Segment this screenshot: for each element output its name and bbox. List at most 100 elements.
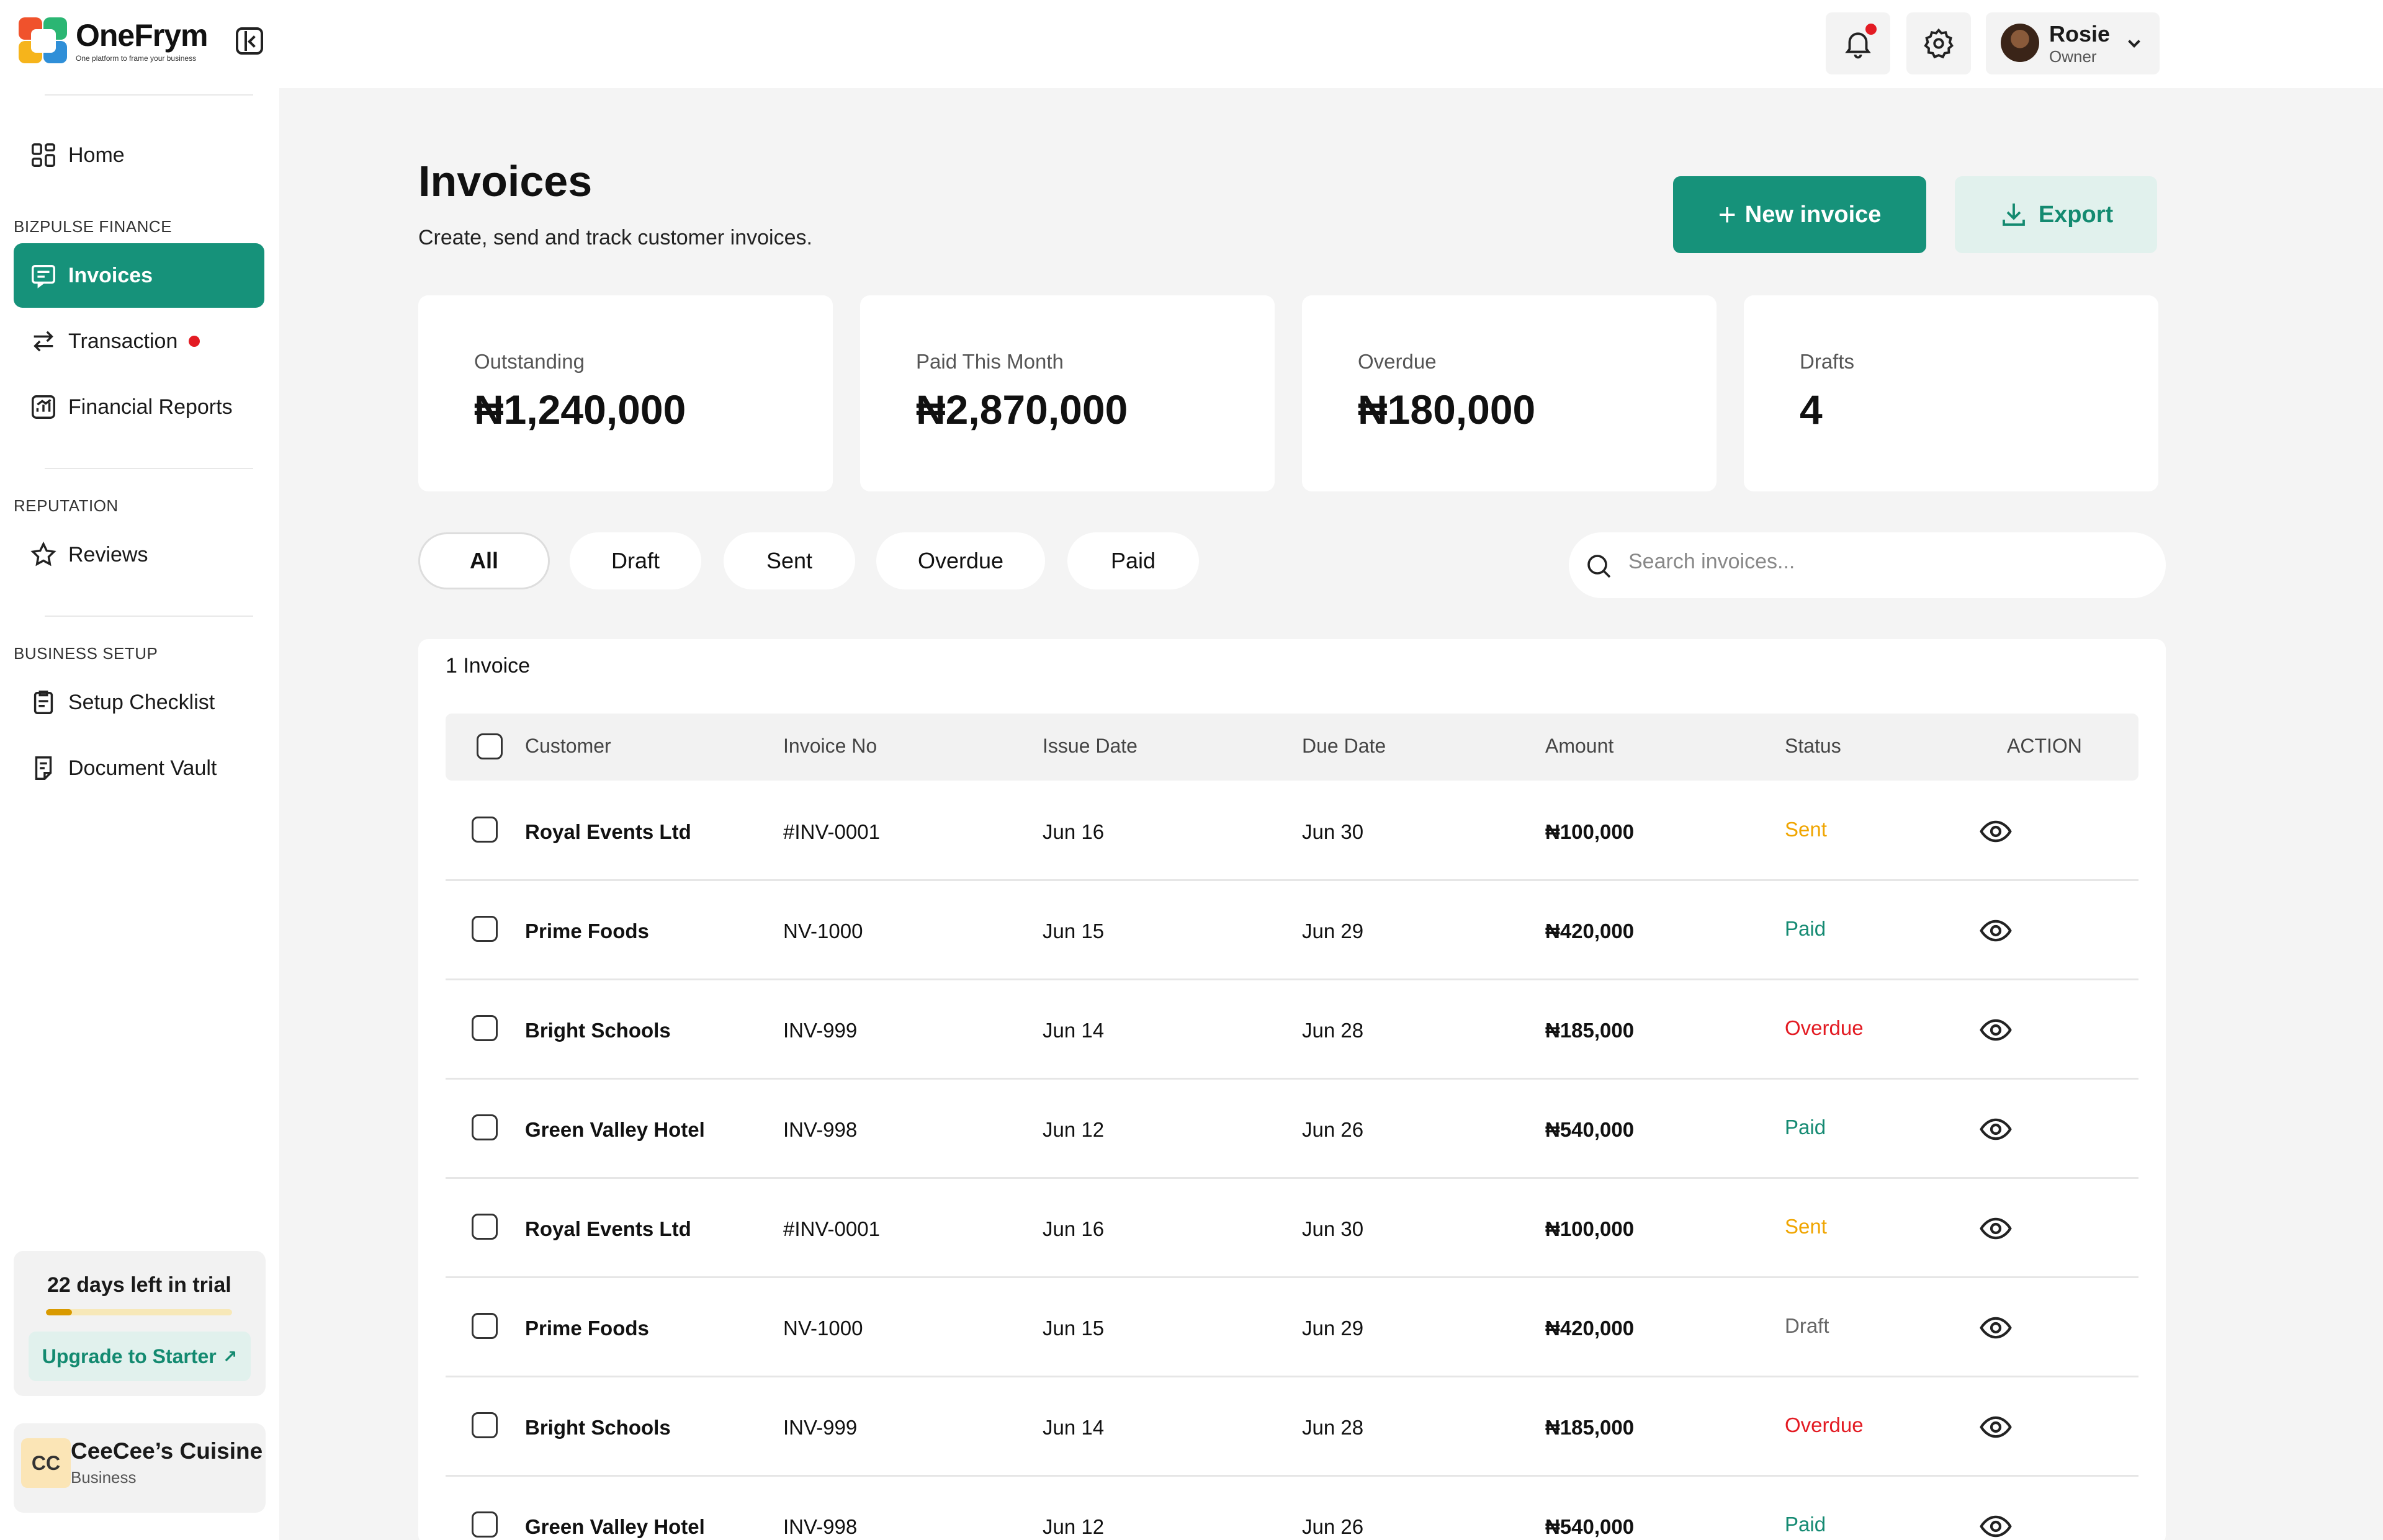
sidebar-item-setup-checklist[interactable]: Setup Checklist (14, 670, 264, 735)
row-checkbox[interactable] (472, 1214, 498, 1240)
filter-sent[interactable]: Sent (724, 532, 855, 589)
select-all-checkbox[interactable] (477, 733, 503, 759)
cell-due-date: Jun 28 (1302, 1019, 1364, 1042)
sidebar-item-label: Document Vault (68, 756, 217, 780)
column-header-due-date[interactable]: Due Date (1302, 735, 1386, 758)
trial-progress-bar (46, 1309, 232, 1315)
cell-customer: Royal Events Ltd (525, 820, 691, 843)
sidebar-item-home[interactable]: Home (14, 123, 264, 187)
cell-customer: Prime Foods (525, 920, 649, 942)
column-header-amount[interactable]: Amount (1545, 735, 1613, 758)
column-header-issue-date[interactable]: Issue Date (1043, 735, 1138, 758)
cell-amount: ₦100,000 (1545, 820, 1635, 843)
section-label-business-setup: BUSINESS SETUP (14, 644, 158, 663)
view-eye-icon[interactable] (1978, 1509, 2013, 1540)
column-header-status[interactable]: Status (1785, 735, 1841, 758)
cell-invoice-no: INV-999 (783, 1416, 858, 1439)
table-row[interactable]: Prime Foods NV-1000 Jun 15 Jun 29 ₦420,000 Pa… (446, 881, 2138, 980)
avatar (2001, 24, 2039, 62)
status-badge: Paid (1785, 1116, 1826, 1139)
search-input[interactable] (1628, 550, 2150, 574)
cell-due-date: Jun 26 (1302, 1118, 1364, 1141)
cell-due-date: Jun 30 (1302, 820, 1364, 843)
upgrade-button[interactable]: Upgrade to Starter ↗ (29, 1332, 251, 1381)
cell-customer: Green Valley Hotel (525, 1118, 705, 1141)
sidebar-item-document-vault[interactable]: Document Vault (14, 736, 264, 800)
table-row[interactable]: Royal Events Ltd #INV-0001 Jun 16 Jun 30 ₦10… (446, 782, 2138, 881)
gear-icon (1924, 28, 1954, 59)
sidebar: OneFrym One platform to frame your busin… (0, 0, 279, 1540)
view-eye-icon[interactable] (1978, 913, 2013, 951)
row-checkbox[interactable] (472, 916, 498, 942)
table-row[interactable]: Green Valley Hotel INV-998 Jun 12 Jun 26 ₦54… (446, 1477, 2138, 1540)
sidebar-item-label: Reviews (68, 542, 148, 566)
sidebar-item-invoices[interactable]: Invoices (14, 243, 264, 308)
settings-button[interactable] (1906, 12, 1971, 74)
sidebar-item-transaction[interactable]: Transaction (14, 309, 264, 374)
row-checkbox[interactable] (472, 1511, 498, 1538)
view-eye-icon[interactable] (1978, 1211, 2013, 1249)
cell-amount: ₦185,000 (1545, 1416, 1635, 1439)
row-checkbox[interactable] (472, 817, 498, 843)
notification-dot (189, 336, 200, 347)
table-row[interactable]: Bright Schools INV-999 Jun 14 Jun 28 ₦185,00… (446, 980, 2138, 1080)
cell-invoice-no: #INV-0001 (783, 1217, 880, 1240)
cell-amount: ₦185,000 (1545, 1019, 1635, 1042)
document-icon (29, 753, 58, 783)
view-eye-icon[interactable] (1978, 1013, 2013, 1050)
view-eye-icon[interactable] (1978, 1410, 2013, 1448)
chart-icon (29, 392, 58, 422)
row-checkbox[interactable] (472, 1114, 498, 1140)
row-checkbox[interactable] (472, 1412, 498, 1438)
brand-logo[interactable]: OneFrym One platform to frame your busin… (19, 17, 209, 65)
table-row[interactable]: Bright Schools INV-999 Jun 14 Jun 28 ₦185,00… (446, 1377, 2138, 1477)
cell-due-date: Jun 29 (1302, 920, 1364, 942)
filter-paid[interactable]: Paid (1067, 532, 1199, 589)
sidebar-item-reviews[interactable]: Reviews (14, 522, 264, 587)
filter-draft[interactable]: Draft (570, 532, 701, 589)
column-header-invoice-no[interactable]: Invoice No (783, 735, 877, 758)
table-row[interactable]: Prime Foods NV-1000 Jun 15 Jun 29 ₦420,000 Dr… (446, 1278, 2138, 1377)
user-menu[interactable]: Rosie Owner (1986, 12, 2160, 74)
export-button[interactable]: Export (1955, 176, 2157, 253)
user-name: Rosie (2049, 21, 2111, 47)
sidebar-item-label: Invoices (68, 263, 153, 287)
filter-all[interactable]: All (418, 532, 550, 589)
table-row[interactable]: Royal Events Ltd #INV-0001 Jun 16 Jun 30 ₦10… (446, 1179, 2138, 1278)
trial-days-left: 22 days left in trial (47, 1273, 231, 1297)
row-checkbox[interactable] (472, 1313, 498, 1339)
column-header-customer[interactable]: Customer (525, 735, 611, 758)
cell-amount: ₦540,000 (1545, 1515, 1635, 1538)
trial-progress-fill (46, 1309, 72, 1315)
new-invoice-button[interactable]: + New invoice (1673, 176, 1926, 253)
cell-issue-date: Jun 16 (1043, 1217, 1105, 1240)
filter-overdue[interactable]: Overdue (876, 532, 1045, 589)
invoices-table: 1 Invoice Customer Invoice No Issue Date… (418, 639, 2166, 1540)
brand-name: OneFrym (76, 18, 209, 53)
business-avatar: CC (21, 1438, 71, 1488)
stat-value: 4 (1800, 387, 1823, 432)
stat-label: Paid This Month (916, 350, 1064, 373)
table-row[interactable]: Green Valley Hotel INV-998 Jun 12 Jun 26 ₦54… (446, 1080, 2138, 1179)
sidebar-item-financial-reports[interactable]: Financial Reports (14, 375, 264, 439)
business-type: Business (71, 1468, 137, 1487)
view-eye-icon[interactable] (1978, 1310, 2013, 1348)
cell-amount: ₦420,000 (1545, 1317, 1635, 1340)
collapse-sidebar-icon[interactable] (236, 27, 263, 55)
notifications-button[interactable] (1826, 12, 1890, 74)
search-bar[interactable] (1569, 532, 2166, 598)
cell-customer: Bright Schools (525, 1416, 671, 1439)
row-checkbox[interactable] (472, 1015, 498, 1041)
stat-label: Drafts (1800, 350, 1855, 373)
stat-value: ₦2,870,000 (916, 387, 1128, 432)
status-badge: Draft (1785, 1314, 1829, 1337)
stat-label: Overdue (1358, 350, 1437, 373)
view-eye-icon[interactable] (1978, 1112, 2013, 1150)
grid-icon (29, 140, 58, 170)
notification-dot (1865, 24, 1877, 35)
business-switcher[interactable]: CC CeeCee’s Cuisine Business (14, 1423, 266, 1513)
star-icon (29, 540, 58, 570)
view-eye-icon[interactable] (1978, 814, 2013, 852)
status-badge: Overdue (1785, 1016, 1864, 1039)
cell-customer: Green Valley Hotel (525, 1515, 705, 1538)
